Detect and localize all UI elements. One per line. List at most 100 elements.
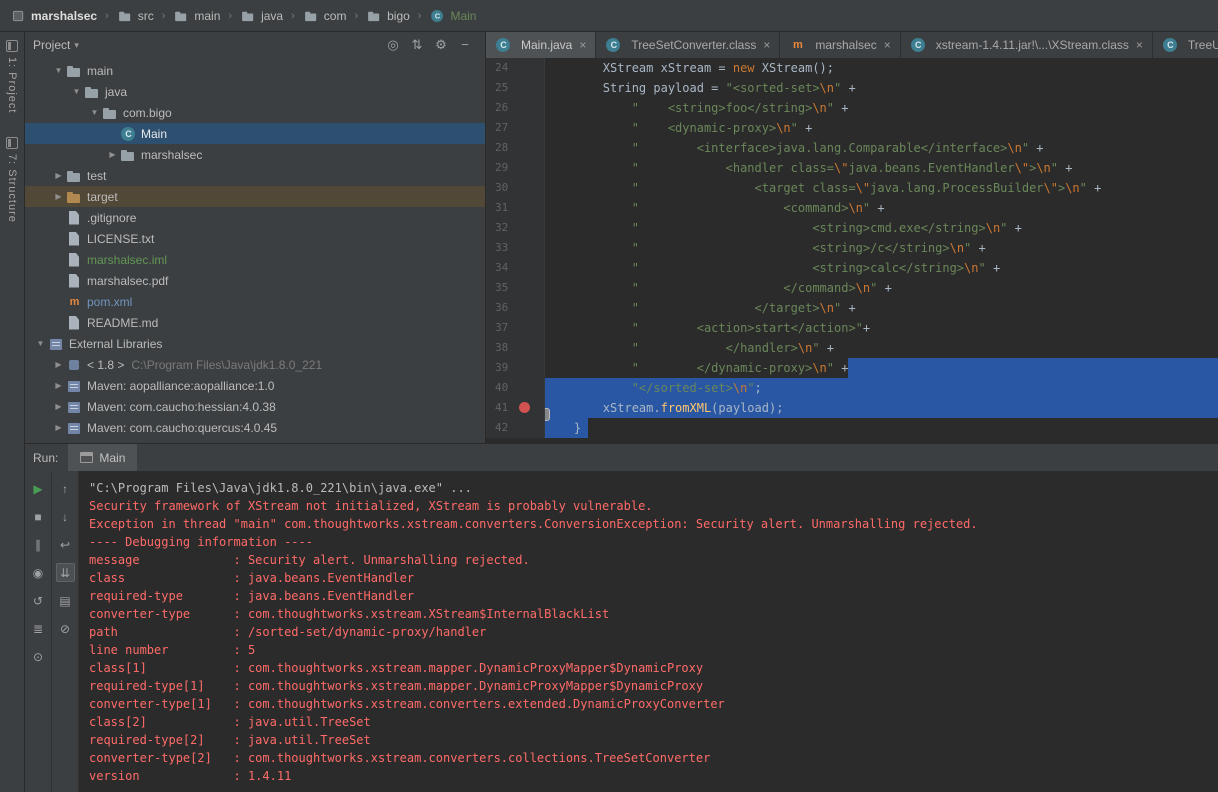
chevron-right-icon[interactable]: ▶ [51,360,66,369]
close-icon[interactable]: × [884,38,891,52]
stop-button[interactable]: ■ [29,507,48,526]
editor-tab-marshalsec[interactable]: mmarshalsec× [780,32,900,58]
soft-wrap-button[interactable]: ↩ [56,535,75,554]
editor-tab-treeun[interactable]: CTreeUn× [1153,32,1218,58]
code-line-30[interactable]: 30 " <target class=\"java.lang.ProcessBu… [486,178,1218,198]
tree-item-target[interactable]: ▶target [25,186,485,207]
tree-item-maven-com-caucho-quercus-4-0-45[interactable]: ▶Maven: com.caucho:quercus:4.0.45 [25,417,485,438]
print-button[interactable]: ▤ [56,591,75,610]
tree-item-main[interactable]: ▼main [25,60,485,81]
chevron-right-icon[interactable]: ▶ [51,171,66,180]
gutter-line-30[interactable]: 30 [486,178,545,198]
gutter-line-40[interactable]: 40 [486,378,545,398]
code-line-24[interactable]: 24 XStream xStream = new XStream(); [486,58,1218,78]
tree-item-gitignore[interactable]: .gitignore [25,207,485,228]
layout-settings-button[interactable]: ≣ [29,619,48,638]
editor-tab-xstream-1-4-11-jar-xstream-class[interactable]: Cxstream-1.4.11.jar!\...\XStream.class× [901,32,1153,58]
gutter-line-26[interactable]: 26 [486,98,545,118]
gutter-line-35[interactable]: 35 [486,278,545,298]
console-output[interactable]: "C:\Program Files\Java\jdk1.8.0_221\bin\… [79,471,1218,792]
tree-item-marshalsec-pdf[interactable]: marshalsec.pdf [25,270,485,291]
gutter-line-24[interactable]: 24 [486,58,545,78]
tool-window-button-structure[interactable]: 7: Structure [6,137,18,223]
code-line-28[interactable]: 28 " <interface>java.lang.Comparable</in… [486,138,1218,158]
tree-item-pom-xml[interactable]: mpom.xml [25,291,485,312]
gutter-line-42[interactable]: 42 [486,418,545,438]
tree-item-test[interactable]: ▶test [25,165,485,186]
collapse-all-button[interactable]: ⇅ [405,37,429,53]
tree-item-license-txt[interactable]: LICENSE.txt [25,228,485,249]
code-line-31[interactable]: 31 " <command>\n" + [486,198,1218,218]
tree-item-external-libraries[interactable]: ▼External Libraries [25,333,485,354]
breadcrumb-bigo[interactable]: bigo [366,8,410,24]
code-line-33[interactable]: 33 " <string>/c</string>\n" + [486,238,1218,258]
editor-code[interactable]: 24 XStream xStream = new XStream();25 St… [486,58,1218,443]
locate-file-button[interactable]: ◎ [381,37,405,53]
editor-tab-treesetconverter-class[interactable]: CTreeSetConverter.class× [596,32,780,58]
settings-button[interactable]: ⚙ [429,37,453,53]
pause-output-button[interactable]: ∥ [29,535,48,554]
restore-layout-button[interactable]: ↺ [29,591,48,610]
down-stack-trace-button[interactable]: ↓ [56,507,75,526]
chevron-right-icon[interactable]: ▶ [51,423,66,432]
editor-tab-main-java[interactable]: CMain.java× [486,32,596,58]
tree-item-marshalsec[interactable]: ▶marshalsec [25,144,485,165]
code-line-37[interactable]: 37 " <action>start</action>"+ [486,318,1218,338]
up-stack-trace-button[interactable]: ↑ [56,479,75,498]
code-line-38[interactable]: 38 " </handler>\n" + [486,338,1218,358]
tree-item-maven-aopalliance-aopalliance-1-0[interactable]: ▶Maven: aopalliance:aopalliance:1.0 [25,375,485,396]
breadcrumb-main[interactable]: main [173,8,220,24]
breadcrumb-java[interactable]: java [240,8,283,24]
thread-dump-button[interactable]: ◉ [29,563,48,582]
code-line-42[interactable]: 42 } [486,418,1218,438]
chevron-right-icon[interactable]: ▶ [105,150,120,159]
tree-item-java[interactable]: ▼java [25,81,485,102]
gutter-line-34[interactable]: 34 [486,258,545,278]
gutter-line-37[interactable]: 37 [486,318,545,338]
gutter-line-39[interactable]: 39 [486,358,545,378]
gutter-line-32[interactable]: 32 [486,218,545,238]
code-line-40[interactable]: 40 "</sorted-set>\n"; [486,378,1218,398]
code-line-32[interactable]: 32 " <string>cmd.exe</string>\n" + [486,218,1218,238]
chevron-down-icon[interactable]: ▼ [33,339,48,348]
tree-item-1-8[interactable]: ▶< 1.8 >C:\Program Files\Java\jdk1.8.0_2… [25,354,485,375]
tool-window-button-project[interactable]: 1: Project [6,40,18,113]
chevron-down-icon[interactable]: ▼ [69,87,84,96]
gutter-line-31[interactable]: 31 [486,198,545,218]
code-line-29[interactable]: 29 " <handler class=\"java.beans.EventHa… [486,158,1218,178]
chevron-down-icon[interactable]: ▼ [87,108,102,117]
gutter-line-25[interactable]: 25 [486,78,545,98]
breadcrumb-marshalsec[interactable]: marshalsec [10,8,97,24]
run-tab-main[interactable]: Main [68,444,137,471]
tree-item-com-bigo[interactable]: ▼com.bigo [25,102,485,123]
clear-all-button[interactable]: ⊘ [56,619,75,638]
gutter-line-36[interactable]: 36 [486,298,545,318]
tree-item-maven-com-caucho-hessian-4-0-38[interactable]: ▶Maven: com.caucho:hessian:4.0.38 [25,396,485,417]
pin-tab-button[interactable]: ⊙ [29,647,48,666]
breadcrumb-src[interactable]: src [117,8,154,24]
chevron-right-icon[interactable]: ▶ [51,381,66,390]
close-icon[interactable]: × [1136,38,1143,52]
code-line-25[interactable]: 25 String payload = "<sorted-set>\n" + [486,78,1218,98]
breadcrumb-com[interactable]: com [303,8,347,24]
close-icon[interactable]: × [579,38,586,52]
chevron-down-icon[interactable]: ▼ [51,66,66,75]
code-line-34[interactable]: 34 " <string>calc</string>\n" + [486,258,1218,278]
code-line-41[interactable]: 41 xStream.fromXML(payload); [486,398,1218,418]
code-line-36[interactable]: 36 " </target>\n" + [486,298,1218,318]
code-line-35[interactable]: 35 " </command>\n" + [486,278,1218,298]
close-icon[interactable]: × [763,38,770,52]
hide-panel-button[interactable]: − [453,37,477,53]
code-line-26[interactable]: 26 " <string>foo</string>\n" + [486,98,1218,118]
rerun-button[interactable]: ▶ [29,479,48,498]
gutter-line-27[interactable]: 27 [486,118,545,138]
gutter-line-41[interactable]: 41 [486,398,545,418]
chevron-right-icon[interactable]: ▶ [51,402,66,411]
scroll-to-end-button[interactable]: ⇊ [56,563,75,582]
gutter-line-28[interactable]: 28 [486,138,545,158]
gutter-line-33[interactable]: 33 [486,238,545,258]
code-line-39[interactable]: 39 " </dynamic-proxy>\n" + [486,358,1218,378]
code-line-27[interactable]: 27 " <dynamic-proxy>\n" + [486,118,1218,138]
gutter-line-38[interactable]: 38 [486,338,545,358]
breadcrumb-main[interactable]: CMain [429,8,476,24]
